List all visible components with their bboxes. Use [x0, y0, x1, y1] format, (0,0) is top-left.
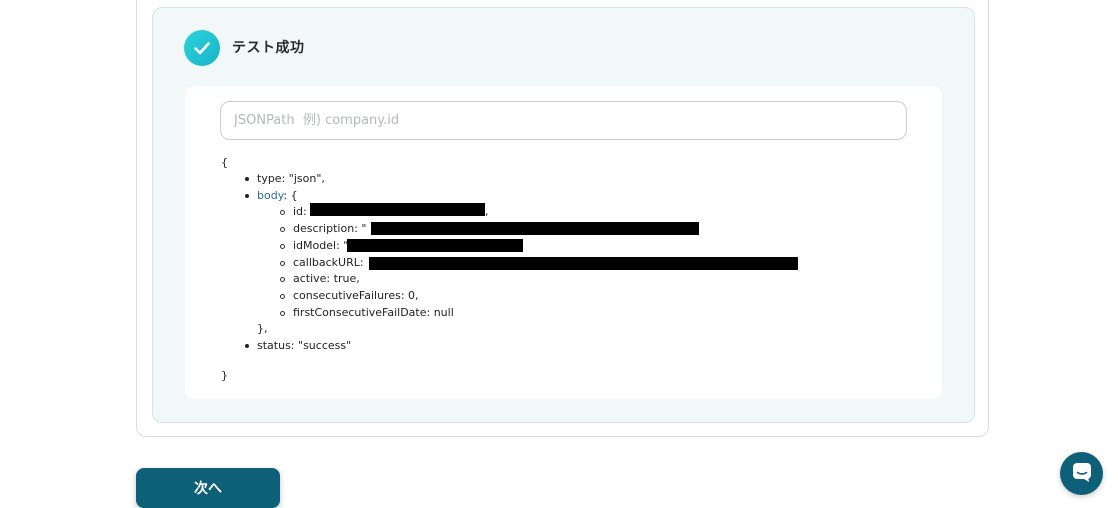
type-line: type: "json",: [257, 172, 325, 185]
jsonpath-input[interactable]: [220, 101, 907, 140]
callbackURL-field: callbackURL:: [293, 256, 364, 269]
body-key[interactable]: body: [257, 189, 283, 202]
bullet: [245, 194, 249, 198]
chat-icon: [1071, 461, 1093, 487]
redaction-bar: [310, 203, 485, 216]
firstConsecutiveFailDate-field: firstConsecutiveFailDate: null: [293, 306, 454, 319]
json-close-brace: }: [221, 369, 228, 382]
status-line: status: "success": [257, 339, 352, 352]
chat-launcher-button[interactable]: [1060, 452, 1103, 495]
sub-bullet: [280, 277, 285, 282]
test-success-title: テスト成功: [232, 40, 305, 56]
sub-bullet: [280, 261, 285, 266]
id-trailing: ,: [485, 205, 489, 218]
active-field: active: true,: [293, 272, 360, 285]
next-button[interactable]: 次へ: [136, 468, 280, 508]
bullet: [245, 177, 249, 181]
body-close: },: [257, 322, 268, 335]
sub-bullet: [280, 227, 285, 232]
sub-bullet: [280, 294, 285, 299]
sub-bullet: [280, 311, 285, 316]
json-open-brace: {: [221, 156, 228, 169]
redaction-bar: [371, 222, 699, 235]
sub-bullet: [280, 244, 285, 249]
body-line: body: {: [257, 188, 298, 205]
body-open: : {: [283, 189, 298, 202]
id-field: id:: [293, 205, 307, 218]
bullet: [245, 344, 249, 348]
description-field: description: ": [293, 222, 367, 235]
sub-bullet: [280, 210, 285, 215]
checkmark-icon: [184, 30, 220, 66]
idModel-field: idModel: ": [293, 239, 349, 252]
consecutiveFailures-field: consecutiveFailures: 0,: [293, 289, 419, 302]
redaction-bar: [369, 257, 798, 270]
redaction-bar: [347, 239, 523, 252]
